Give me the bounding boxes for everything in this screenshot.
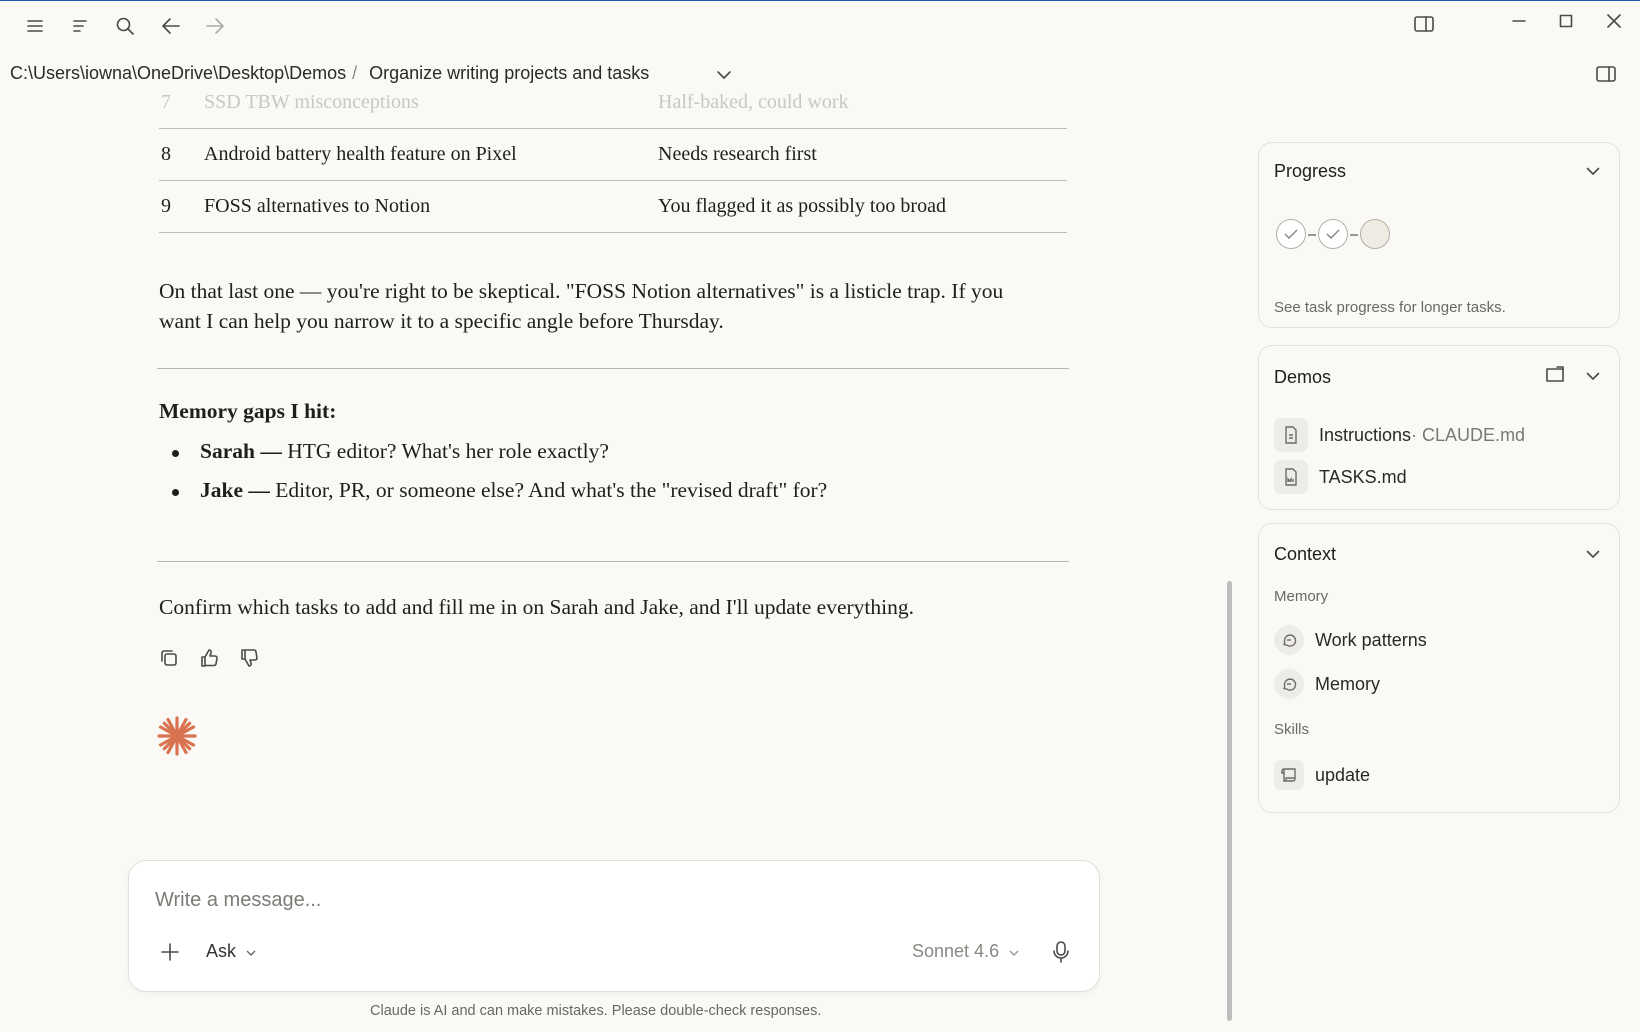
- chat-bubble-icon: [1274, 669, 1304, 699]
- progress-step-done: [1276, 219, 1306, 249]
- task-title[interactable]: Organize writing projects and tasks: [369, 63, 649, 83]
- mode-selector[interactable]: Ask: [206, 941, 257, 962]
- markdown-file-icon: [1274, 460, 1308, 494]
- memory-item[interactable]: Work patterns: [1274, 623, 1427, 657]
- close-icon[interactable]: [1600, 7, 1628, 35]
- file-name: TASKS.md: [1319, 466, 1407, 487]
- closing-paragraph: Confirm which tasks to add and fill me i…: [159, 595, 914, 619]
- context-panel: Context Memory Work patterns Memory Skil…: [1258, 523, 1620, 813]
- person-name: Jake —: [200, 478, 270, 502]
- table-row: 8 Android battery health feature on Pixe…: [159, 129, 1067, 181]
- table-row: 7 SSD TBW misconceptions Half-baked, cou…: [159, 87, 1067, 129]
- memory-item-label: Work patterns: [1315, 629, 1427, 650]
- memory-gaps-heading: Memory gaps I hit:: [159, 399, 337, 423]
- menu-icon[interactable]: [22, 13, 48, 39]
- memory-section-label: Memory: [1274, 588, 1329, 605]
- thumbs-up-icon[interactable]: [195, 644, 223, 672]
- memory-item-label: Memory: [1315, 673, 1381, 694]
- chevron-down-icon[interactable]: [1581, 159, 1605, 183]
- skill-item[interactable]: update: [1274, 758, 1370, 792]
- panel-icon[interactable]: [1410, 11, 1438, 37]
- progress-hint: See task progress for longer tasks.: [1274, 299, 1506, 316]
- copy-icon[interactable]: [155, 644, 183, 672]
- add-attachment-icon[interactable]: [157, 939, 183, 965]
- context-title: Context: [1274, 544, 1337, 564]
- mode-label: Ask: [206, 941, 237, 961]
- progress-connector: [1350, 234, 1358, 236]
- search-icon[interactable]: [112, 13, 138, 39]
- row-status: Needs research first: [658, 143, 817, 165]
- row-topic: SSD TBW misconceptions: [204, 91, 419, 113]
- message-composer: Write a message... Ask Sonnet 4.6: [128, 860, 1100, 992]
- thumbs-down-icon[interactable]: [235, 644, 263, 672]
- model-label: Sonnet 4.6: [912, 941, 1000, 961]
- list-item: Jake — Editor, PR, or someone else? And …: [159, 478, 827, 517]
- minimize-icon[interactable]: [1505, 7, 1533, 35]
- folder-icon[interactable]: [1543, 362, 1569, 386]
- file-name: Instructions: [1319, 424, 1412, 445]
- person-question: HTG editor? What's her role exactly?: [281, 439, 609, 463]
- claude-spark-icon: [155, 714, 199, 758]
- chevron-down-icon[interactable]: [1581, 542, 1605, 566]
- demos-title: Demos: [1274, 367, 1332, 387]
- row-topic: FOSS alternatives to Notion: [204, 195, 431, 217]
- progress-title: Progress: [1274, 161, 1347, 181]
- skill-item-label: update: [1315, 764, 1371, 785]
- chevron-down-icon[interactable]: [712, 63, 736, 87]
- scroll-icon: [1274, 760, 1304, 790]
- row-number: 7: [161, 91, 171, 113]
- memory-item[interactable]: Memory: [1274, 667, 1380, 701]
- progress-connector: [1308, 234, 1316, 236]
- row-topic: Android battery health feature on Pixel: [204, 143, 517, 165]
- memory-gaps-list: Sarah — HTG editor? What's her role exac…: [159, 439, 827, 517]
- skills-section-label: Skills: [1274, 721, 1310, 738]
- sidebar-toggle-icon[interactable]: [67, 13, 93, 39]
- chevron-down-icon: [1009, 950, 1019, 956]
- breadcrumb: C:\Users\iowna\OneDrive\Desktop\Demos / Or…: [10, 63, 649, 84]
- model-selector[interactable]: Sonnet 4.6: [912, 941, 1020, 962]
- file-item[interactable]: TASKS.md: [1274, 460, 1407, 494]
- list-item: Sarah — HTG editor? What's her role exac…: [159, 439, 827, 478]
- divider: [157, 561, 1069, 562]
- file-suffix: · CLAUDE.md: [1411, 424, 1526, 445]
- scrollbar[interactable]: [1227, 581, 1232, 1021]
- chevron-down-icon[interactable]: [1581, 364, 1605, 388]
- chat-bubble-icon: [1274, 625, 1304, 655]
- message-input[interactable]: Write a message...: [155, 889, 321, 912]
- chevron-down-icon: [246, 950, 256, 956]
- document-icon: [1274, 418, 1308, 452]
- table-row: 9 FOSS alternatives to Notion You flagge…: [159, 181, 1067, 233]
- forward-arrow-icon[interactable]: [202, 13, 228, 39]
- breadcrumb-separator: /: [352, 63, 358, 83]
- row-status: Half-baked, could work: [658, 91, 849, 113]
- response-paragraph: On that last one — you're right to be sk…: [159, 279, 1004, 333]
- row-number: 8: [161, 143, 171, 165]
- demos-panel: Demos Instructions · CLAUDE.md TASKS.md: [1258, 345, 1620, 510]
- progress-step-pending: [1360, 219, 1390, 249]
- row-number: 9: [161, 195, 171, 217]
- divider: [157, 368, 1069, 369]
- back-arrow-icon[interactable]: [158, 13, 184, 39]
- breadcrumb-path[interactable]: C:\Users\iowna\OneDrive\Desktop\Demos: [10, 63, 346, 83]
- file-item[interactable]: Instructions · CLAUDE.md: [1274, 418, 1525, 452]
- microphone-icon[interactable]: [1047, 937, 1075, 967]
- progress-step-done: [1318, 219, 1348, 249]
- person-name: Sarah —: [200, 439, 282, 463]
- disclaimer: Claude is AI and can make mistakes. Plea…: [370, 1003, 822, 1019]
- person-question: Editor, PR, or someone else? And what's …: [269, 478, 828, 502]
- progress-panel: Progress See task progress for longer ta…: [1258, 142, 1620, 328]
- row-status: You flagged it as possibly too broad: [658, 195, 946, 217]
- side-panel-toggle-icon[interactable]: [1592, 61, 1620, 87]
- ideas-table: 7 SSD TBW misconceptions Half-baked, cou…: [159, 87, 1067, 233]
- maximize-icon[interactable]: [1552, 7, 1580, 35]
